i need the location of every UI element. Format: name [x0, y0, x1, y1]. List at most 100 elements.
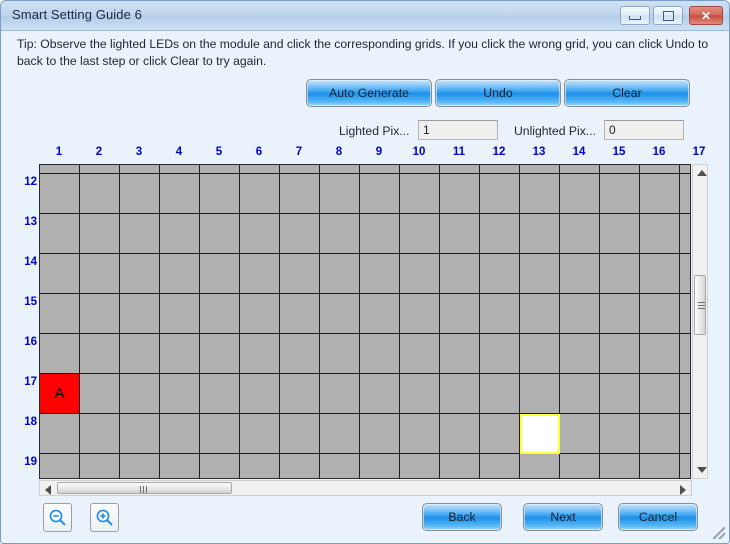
grid-cell[interactable] [40, 165, 80, 174]
vertical-scrollbar[interactable] [692, 164, 708, 479]
scroll-up-icon[interactable] [697, 170, 707, 176]
grid-cell[interactable] [680, 165, 690, 174]
grid-cell[interactable] [280, 214, 320, 254]
grid-cell[interactable] [160, 334, 200, 374]
grid-cell[interactable] [520, 254, 560, 294]
grid-cell[interactable] [440, 165, 480, 174]
grid-cell[interactable] [440, 214, 480, 254]
resize-grip[interactable] [713, 527, 725, 539]
grid-cell[interactable] [400, 165, 440, 174]
lighted-pixels-field[interactable]: 1 [418, 120, 498, 140]
grid-cell[interactable] [640, 174, 680, 214]
grid-cell[interactable] [560, 174, 600, 214]
grid-cell[interactable] [40, 414, 80, 454]
grid-cell[interactable] [200, 414, 240, 454]
grid-cell[interactable] [120, 334, 160, 374]
minimize-button[interactable] [620, 6, 650, 25]
grid-cell[interactable] [200, 374, 240, 414]
grid-cell[interactable] [320, 214, 360, 254]
grid-cell[interactable] [280, 454, 320, 478]
grid-cell[interactable] [680, 254, 690, 294]
grid-cell[interactable] [400, 454, 440, 478]
grid-cell[interactable] [520, 374, 560, 414]
grid-cell[interactable] [320, 414, 360, 454]
scroll-down-icon[interactable] [697, 467, 707, 473]
grid-cell[interactable] [360, 165, 400, 174]
grid-cell[interactable] [80, 374, 120, 414]
back-button[interactable]: Back [422, 503, 502, 531]
grid-cell[interactable] [120, 454, 160, 478]
grid-cell[interactable] [560, 374, 600, 414]
grid-cell[interactable] [80, 214, 120, 254]
maximize-button[interactable] [653, 6, 683, 25]
grid-cell[interactable] [200, 165, 240, 174]
grid-cell[interactable] [280, 294, 320, 334]
grid-cell[interactable] [240, 214, 280, 254]
grid-cell[interactable] [40, 254, 80, 294]
grid-cell[interactable] [600, 294, 640, 334]
grid-cell[interactable] [280, 174, 320, 214]
grid-cell[interactable] [240, 165, 280, 174]
horizontal-scrollbar[interactable] [39, 480, 692, 496]
grid-cell[interactable] [400, 414, 440, 454]
grid-cell[interactable] [640, 165, 680, 174]
grid-cell[interactable] [120, 254, 160, 294]
grid-cell[interactable] [680, 374, 690, 414]
grid-cell[interactable] [240, 294, 280, 334]
grid-cell[interactable] [80, 254, 120, 294]
grid-cell[interactable] [680, 414, 690, 454]
undo-button[interactable]: Undo [435, 79, 561, 107]
grid-cell[interactable] [120, 294, 160, 334]
grid-cell[interactable] [680, 174, 690, 214]
grid-cell[interactable] [520, 334, 560, 374]
grid-cell[interactable] [40, 214, 80, 254]
grid-cell[interactable] [40, 334, 80, 374]
grid-cell[interactable] [160, 294, 200, 334]
grid-cell[interactable] [80, 414, 120, 454]
grid-cell[interactable] [640, 294, 680, 334]
grid-cell[interactable] [480, 214, 520, 254]
grid-cell[interactable] [600, 414, 640, 454]
grid-cell[interactable] [320, 254, 360, 294]
grid-cell[interactable] [80, 334, 120, 374]
grid-cell[interactable] [360, 174, 400, 214]
horizontal-scroll-thumb[interactable] [57, 482, 232, 494]
grid-cell[interactable] [560, 214, 600, 254]
grid-cell[interactable] [520, 165, 560, 174]
grid-cell[interactable] [40, 454, 80, 478]
grid-cell[interactable] [440, 334, 480, 374]
grid-cell[interactable] [560, 254, 600, 294]
grid-cell[interactable] [520, 454, 560, 478]
grid-cell[interactable] [280, 165, 320, 174]
grid-cell[interactable] [120, 174, 160, 214]
grid-cell[interactable] [640, 334, 680, 374]
grid-cell[interactable] [480, 374, 520, 414]
grid-cell[interactable] [440, 174, 480, 214]
clear-button[interactable]: Clear [564, 79, 690, 107]
grid-cell[interactable] [320, 165, 360, 174]
grid-cell[interactable] [240, 174, 280, 214]
grid-cell[interactable] [400, 374, 440, 414]
grid-cell[interactable] [120, 414, 160, 454]
grid-cell[interactable] [240, 454, 280, 478]
grid-cell[interactable] [600, 334, 640, 374]
grid-cell[interactable] [400, 334, 440, 374]
grid-cell[interactable] [360, 334, 400, 374]
grid-cell[interactable] [160, 414, 200, 454]
grid-cell[interactable] [600, 374, 640, 414]
grid-cell[interactable] [240, 334, 280, 374]
grid-cell[interactable] [480, 334, 520, 374]
grid-cell[interactable] [120, 214, 160, 254]
grid-cell[interactable] [120, 165, 160, 174]
title-bar[interactable]: Smart Setting Guide 6 ✕ [1, 1, 729, 31]
grid-cell[interactable] [240, 254, 280, 294]
grid-cell[interactable] [640, 414, 680, 454]
grid-cell[interactable] [280, 334, 320, 374]
close-button[interactable]: ✕ [689, 6, 723, 25]
scroll-left-icon[interactable] [45, 485, 51, 495]
grid-cell[interactable] [200, 334, 240, 374]
grid-cell[interactable] [680, 214, 690, 254]
grid-cell[interactable] [280, 414, 320, 454]
grid-cell[interactable] [80, 454, 120, 478]
grid-cell[interactable] [360, 214, 400, 254]
